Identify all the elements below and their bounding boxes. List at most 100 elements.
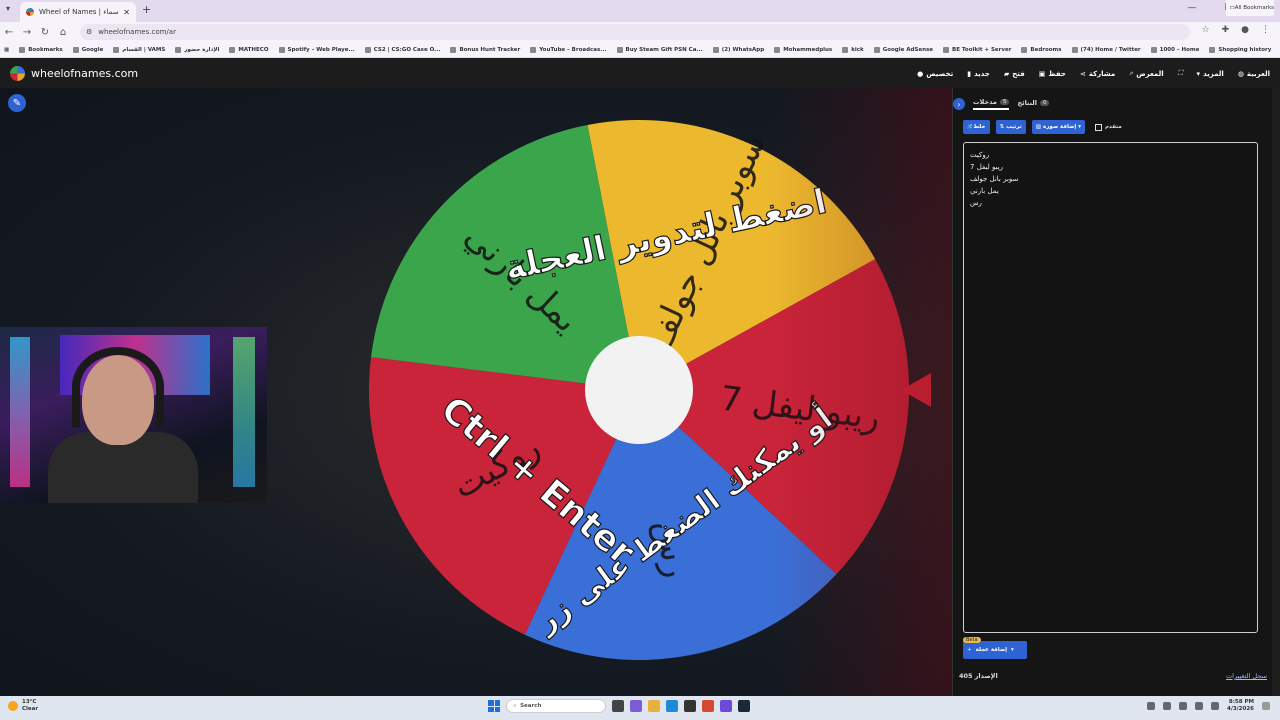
bookmark-item[interactable]: القسام | VAMS	[113, 46, 166, 53]
wifi-icon[interactable]	[1195, 702, 1204, 710]
open-button[interactable]: ▰ فتح	[1004, 70, 1025, 78]
bookmark-item[interactable]: Buy Steam Gift PSN Ca...	[616, 46, 703, 53]
bookmark-favicon-icon	[19, 46, 26, 53]
more-button[interactable]: ▾ المزيد	[1197, 70, 1224, 78]
site-info-icon[interactable]: ⚙	[86, 28, 92, 36]
tab-entries[interactable]: مدخلات 5	[973, 98, 1010, 110]
clock[interactable]: 8:58 PM 4/3/2026	[1227, 699, 1254, 713]
steam-icon[interactable]	[738, 700, 750, 712]
add-image-button[interactable]: ▨ إضافة صورة ▾	[1031, 120, 1086, 134]
bookmark-item[interactable]: Mohammedplus	[774, 46, 832, 53]
chrome-icon[interactable]	[702, 700, 714, 712]
fullscreen-button[interactable]: ⛶	[1178, 69, 1183, 78]
save-button[interactable]: ▣ حفظ	[1039, 70, 1066, 78]
home-icon[interactable]: ⌂	[54, 27, 72, 38]
bookmark-label: الإدارة حضور	[184, 46, 220, 53]
tab-results[interactable]: النتائج 0	[1017, 99, 1050, 109]
tray-app-icon[interactable]	[1179, 702, 1188, 710]
new-tab-button[interactable]: +	[142, 3, 151, 16]
bookmark-favicon-icon	[1021, 46, 1028, 53]
minimize-icon[interactable]: —	[1187, 3, 1196, 13]
wheel-center-hub[interactable]	[585, 336, 693, 444]
share-button[interactable]: ⋖ مشاركة	[1080, 70, 1115, 78]
back-icon[interactable]: ←	[0, 27, 18, 38]
browser-actions: ☆ ✚ ● ⋮	[1202, 25, 1270, 35]
apps-grid-icon[interactable]: ▦	[4, 47, 9, 53]
collapse-panel-icon[interactable]: ›	[953, 98, 965, 110]
bookmark-label: القسام | VAMS	[122, 46, 166, 53]
site-header: wheelofnames.com ● تخصيص ▮ جديد ▰ فتح ▣ حفظ …	[0, 59, 1280, 88]
bookmark-item[interactable]: Bonus Hunt Tracker	[450, 46, 520, 53]
bookmark-item[interactable]: Bedrooms	[1021, 46, 1062, 53]
tray-app-icon[interactable]	[1147, 702, 1156, 710]
bookmark-label: Shopping history	[1218, 46, 1272, 53]
bookmark-item[interactable]: kick	[842, 46, 864, 53]
new-button[interactable]: ▮ جديد	[967, 70, 990, 78]
bookmark-item[interactable]: BE Toolkit + Server	[943, 46, 1011, 53]
weather-condition: Clear	[22, 706, 39, 712]
bookmark-item[interactable]: Google	[72, 46, 103, 53]
bookmark-favicon-icon	[175, 46, 182, 53]
calculator-icon[interactable]	[684, 700, 696, 712]
tab-search-icon[interactable]: ▾	[6, 4, 10, 13]
task-view-icon[interactable]	[612, 700, 624, 712]
add-wheel-button[interactable]: + إضافة عجلة ▾	[963, 641, 1027, 659]
gallery-label: المعرض	[1136, 69, 1164, 78]
edit-pencil-icon[interactable]: ✎	[8, 94, 26, 112]
browser-menu-icon[interactable]: ⋮	[1261, 25, 1270, 35]
changelog-link[interactable]: سجل التغييرات	[1226, 672, 1267, 680]
bookmark-item[interactable]: الإدارة حضور	[175, 46, 220, 53]
file-icon: ▮	[967, 69, 972, 78]
folder-open-icon: ▰	[1003, 69, 1010, 78]
bookmark-item[interactable]: MATHECO	[229, 46, 269, 53]
windows-start-icon[interactable]	[488, 700, 500, 712]
bookmark-item[interactable]: CS2 | CS:GO Case O...	[364, 46, 440, 53]
bookmark-item[interactable]: Bookmarks	[19, 46, 63, 53]
tab-close-icon[interactable]: ✕	[123, 8, 130, 17]
taskbar-apps: ⌕ Search	[488, 699, 750, 713]
bookmark-star-icon[interactable]: ☆	[1202, 25, 1210, 35]
all-bookmarks-button[interactable]: ▭ All Bookmarks	[1225, 0, 1274, 16]
webcam-overlay	[0, 327, 267, 503]
profile-avatar[interactable]: ●	[1241, 25, 1249, 35]
bookmark-item[interactable]: Shopping history	[1209, 46, 1272, 53]
copilot-icon[interactable]	[630, 700, 642, 712]
customize-button[interactable]: ● تخصيص	[917, 70, 953, 78]
bookmark-item[interactable]: 1000 – Home	[1150, 46, 1200, 53]
bookmark-item[interactable]: (74) Home / Twitter	[1071, 46, 1141, 53]
bookmark-favicon-icon	[774, 46, 781, 53]
bookmark-item[interactable]: Spotify – Web Playe...	[278, 46, 355, 53]
bookmarks-bar: ▦ Bookmarks Google القسام | VAMS الإدارة حض…	[0, 42, 1280, 58]
entries-panel: › مدخلات 5 النتائج 0 ⤨ خلط ⇅ ترتيب ▨ إضافة …	[952, 88, 1272, 696]
version-number: 405	[959, 672, 973, 680]
bookmark-item[interactable]: (2) WhatsApp	[712, 46, 764, 53]
taskbar-search[interactable]: ⌕ Search	[506, 699, 606, 713]
site-logo[interactable]: wheelofnames.com	[10, 66, 138, 81]
edge-icon[interactable]	[666, 700, 678, 712]
sort-label: ترتيب	[1006, 124, 1022, 130]
forward-icon[interactable]: →	[18, 27, 36, 38]
advanced-checkbox[interactable]: متقدم	[1095, 123, 1122, 131]
tray-app-icon[interactable]	[1163, 702, 1172, 710]
reload-icon[interactable]: ↻	[36, 27, 54, 38]
entries-textarea[interactable]: روكيت ريبو ليفل 7 سوبر بانل جولف يمل بار…	[963, 142, 1258, 633]
gallery-button[interactable]: ⌕ المعرض	[1129, 69, 1163, 78]
wheel-logo-icon	[10, 66, 25, 81]
bookmark-label: 1000 – Home	[1159, 46, 1200, 53]
sort-button[interactable]: ⇅ ترتيب	[995, 120, 1026, 134]
bookmark-item[interactable]: YouTube – Broadcas...	[530, 46, 607, 53]
chevron-down-icon[interactable]: ▾	[1011, 647, 1014, 653]
volume-icon[interactable]	[1211, 702, 1220, 710]
shuffle-button[interactable]: ⤨ خلط	[963, 120, 990, 134]
bookmark-item[interactable]: Google AdSense	[873, 46, 933, 53]
bookmark-label: Bedrooms	[1030, 46, 1062, 53]
file-explorer-icon[interactable]	[648, 700, 660, 712]
language-button[interactable]: ◍ العربية	[1238, 70, 1270, 78]
notifications-icon[interactable]	[1262, 702, 1270, 710]
browser-tab[interactable]: Wheel of Names | عجلة الأسماء ✕	[20, 2, 136, 22]
weather-widget[interactable]: 13°C Clear	[8, 699, 38, 713]
extensions-icon[interactable]: ✚	[1222, 25, 1230, 35]
obs-icon[interactable]	[720, 700, 732, 712]
bookmark-favicon-icon	[1071, 46, 1078, 53]
url-field[interactable]: ⚙ wheelofnames.com/ar	[80, 24, 1190, 40]
